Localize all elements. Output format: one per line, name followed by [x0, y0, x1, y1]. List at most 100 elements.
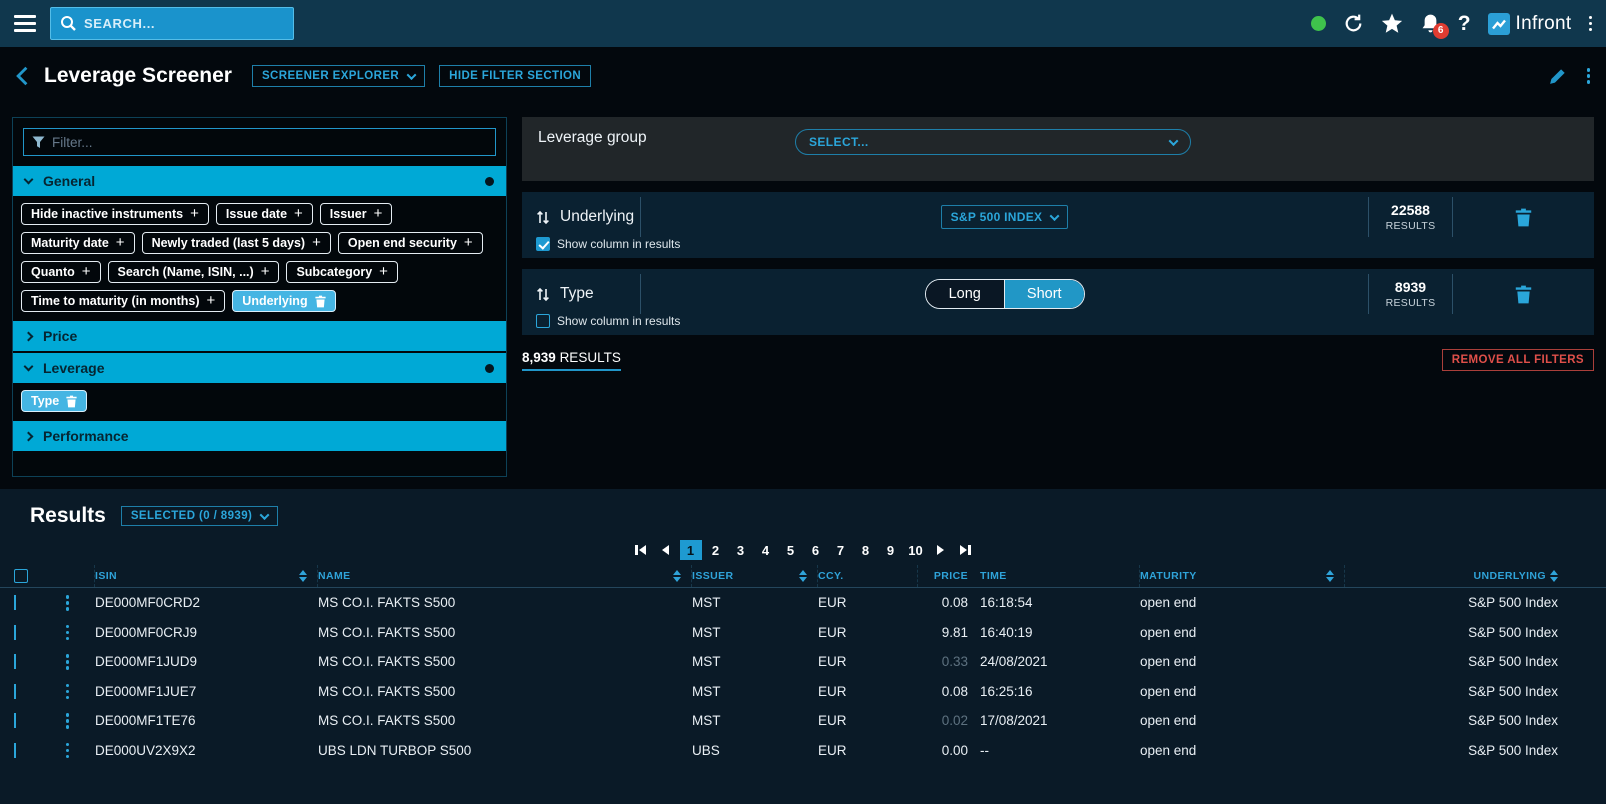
favorites-star-icon[interactable]	[1381, 13, 1403, 34]
notifications-bell-icon[interactable]: 6	[1420, 13, 1441, 35]
filter-chip-underlying-active[interactable]: Underlying	[232, 290, 335, 312]
help-icon[interactable]: ?	[1458, 12, 1471, 36]
chip-label: Maturity date	[31, 236, 109, 250]
row-checkbox[interactable]	[14, 743, 16, 758]
underlying-value: S&P 500 INDEX	[951, 210, 1043, 224]
hamburger-menu-icon[interactable]	[14, 15, 36, 33]
search-input[interactable]	[84, 16, 284, 31]
topbar-overflow-menu-icon[interactable]	[1589, 16, 1593, 32]
row-checkbox[interactable]	[14, 625, 16, 640]
trash-icon[interactable]	[315, 295, 326, 308]
filter-chip-type-active[interactable]: Type	[21, 390, 87, 412]
show-column-checkbox[interactable]	[536, 237, 550, 251]
chip-label: Hide inactive instruments	[31, 207, 183, 221]
leverage-group-card: Leverage group SELECT...	[522, 117, 1594, 181]
column-header-name[interactable]: NAME	[318, 565, 692, 587]
sort-arrows-icon[interactable]	[536, 286, 550, 303]
header-overflow-menu-icon[interactable]	[1587, 68, 1591, 84]
selected-dropdown[interactable]: SELECTED (0 / 8939)	[121, 506, 278, 526]
section-general[interactable]: General	[13, 166, 506, 196]
row-menu-icon[interactable]	[40, 595, 95, 611]
page-button[interactable]: 2	[705, 540, 727, 560]
row-menu-icon[interactable]	[40, 654, 95, 670]
page-button[interactable]: 6	[805, 540, 827, 560]
add-icon: +	[261, 266, 270, 278]
table-row[interactable]: DE000MF1JUE7 MS CO.I. FAKTS S500 MST EUR…	[0, 677, 1606, 707]
type-filter-label: Type	[560, 285, 594, 303]
leverage-group-select[interactable]: SELECT...	[795, 129, 1191, 155]
filter-chip[interactable]: Quanto+	[21, 261, 101, 283]
row-checkbox[interactable]	[14, 713, 16, 728]
next-page-button[interactable]	[930, 540, 952, 560]
column-header-ccy[interactable]: CCY.	[818, 565, 918, 587]
filter-chip[interactable]: Issuer+	[320, 203, 393, 225]
table-row[interactable]: DE000UV2X9X2 UBS LDN TURBOP S500 UBS EUR…	[0, 736, 1606, 766]
underlying-trash-icon[interactable]	[1452, 197, 1594, 237]
cell-time: 16:25:16	[980, 684, 1140, 699]
global-search[interactable]	[50, 7, 294, 40]
cell-ccy: EUR	[818, 595, 918, 610]
column-header-isin[interactable]: ISIN	[95, 565, 318, 587]
hide-filter-section-button[interactable]: HIDE FILTER SECTION	[439, 65, 591, 87]
page-button[interactable]: 8	[855, 540, 877, 560]
filter-chip[interactable]: Open end security+	[338, 232, 483, 254]
page-button[interactable]: 3	[730, 540, 752, 560]
row-menu-icon[interactable]	[40, 743, 95, 759]
toggle-option-long[interactable]: Long	[926, 280, 1005, 308]
trash-icon[interactable]	[66, 395, 77, 408]
edit-pencil-icon[interactable]	[1548, 67, 1567, 86]
results-count-link[interactable]: 8,939 RESULTS	[522, 350, 621, 371]
table-row[interactable]: DE000MF0CRD2 MS CO.I. FAKTS S500 MST EUR…	[0, 588, 1606, 618]
column-header-maturity[interactable]: MATURITY	[1140, 565, 1345, 587]
toggle-option-short[interactable]: Short	[1004, 280, 1084, 308]
add-icon: +	[207, 295, 216, 307]
sort-arrows-icon[interactable]	[536, 209, 550, 226]
filter-chip[interactable]: Subcategory+	[286, 261, 397, 283]
show-column-checkbox[interactable]	[536, 314, 550, 328]
row-menu-icon[interactable]	[40, 713, 95, 729]
row-menu-icon[interactable]	[40, 625, 95, 641]
filter-chip[interactable]: Search (Name, ISIN, ...)+	[108, 261, 280, 283]
screener-explorer-dropdown[interactable]: SCREENER EXPLORER	[252, 65, 425, 87]
last-page-button[interactable]	[955, 540, 977, 560]
filter-chip[interactable]: Maturity date+	[21, 232, 135, 254]
page-button[interactable]: 1	[680, 540, 702, 560]
page-button[interactable]: 4	[755, 540, 777, 560]
filter-chip[interactable]: Newly traded (last 5 days)+	[142, 232, 331, 254]
cell-isin: DE000MF1JUE7	[95, 684, 318, 699]
row-checkbox[interactable]	[14, 684, 16, 699]
page-button[interactable]: 10	[905, 540, 927, 560]
section-leverage[interactable]: Leverage	[13, 353, 506, 383]
refresh-icon[interactable]	[1343, 13, 1364, 34]
table-row[interactable]: DE000MF1TE76 MS CO.I. FAKTS S500 MST EUR…	[0, 706, 1606, 736]
filter-input[interactable]	[52, 135, 487, 150]
select-all-checkbox[interactable]	[14, 569, 28, 583]
filter-chip[interactable]: Hide inactive instruments+	[21, 203, 209, 225]
row-checkbox[interactable]	[14, 654, 16, 669]
filter-chip[interactable]: Issue date+	[216, 203, 313, 225]
section-price[interactable]: Price	[13, 321, 506, 351]
filter-chip[interactable]: Time to maturity (in months)+	[21, 290, 225, 312]
table-row[interactable]: DE000MF1JUD9 MS CO.I. FAKTS S500 MST EUR…	[0, 647, 1606, 677]
back-chevron-icon[interactable]	[14, 65, 30, 87]
table-row[interactable]: DE000MF0CRJ9 MS CO.I. FAKTS S500 MST EUR…	[0, 618, 1606, 648]
cell-isin: DE000MF1TE76	[95, 713, 318, 728]
page-button[interactable]: 7	[830, 540, 852, 560]
column-header-issuer[interactable]: ISSUER	[692, 565, 818, 587]
row-checkbox[interactable]	[14, 595, 16, 610]
chip-label: Open end security	[348, 236, 457, 250]
column-header-price[interactable]: PRICE	[918, 565, 980, 587]
remove-all-filters-button[interactable]: REMOVE ALL FILTERS	[1442, 349, 1594, 371]
column-header-time[interactable]: TIME	[980, 565, 1140, 587]
page-button[interactable]: 9	[880, 540, 902, 560]
underlying-value-dropdown[interactable]: S&P 500 INDEX	[941, 205, 1069, 229]
column-header-underlying[interactable]: UNDERLYING	[1345, 565, 1606, 587]
filter-search[interactable]	[23, 128, 496, 156]
first-page-button[interactable]	[630, 540, 652, 560]
type-trash-icon[interactable]	[1452, 274, 1594, 314]
add-icon: +	[82, 266, 91, 278]
page-button[interactable]: 5	[780, 540, 802, 560]
section-performance[interactable]: Performance	[13, 421, 506, 451]
row-menu-icon[interactable]	[40, 684, 95, 700]
previous-page-button[interactable]	[655, 540, 677, 560]
